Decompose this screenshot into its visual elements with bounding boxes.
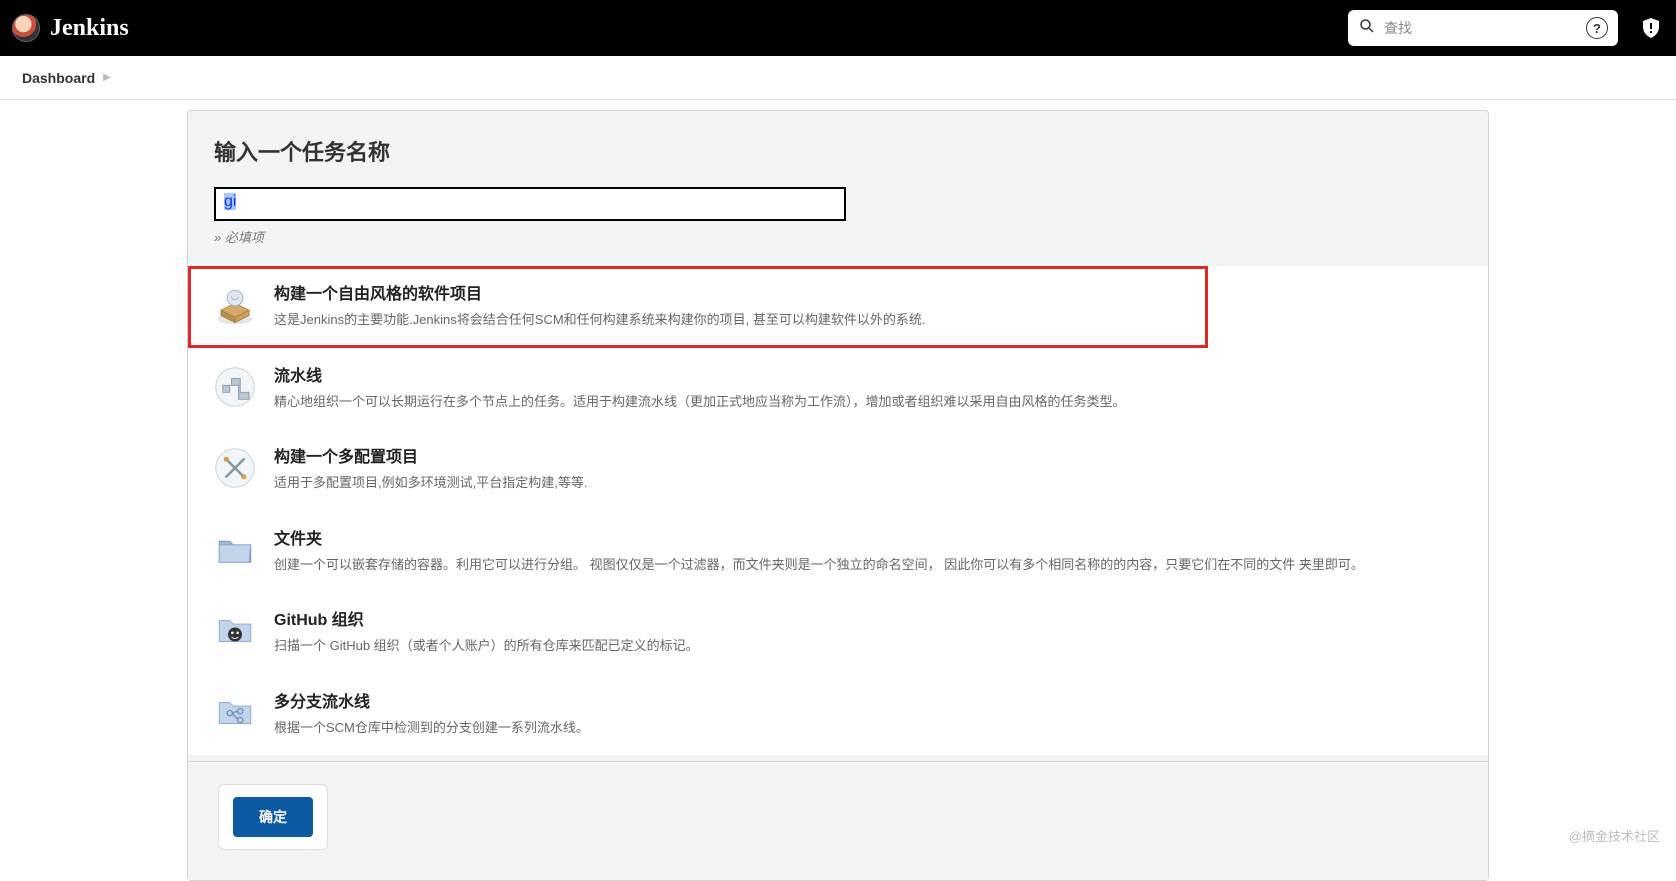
item-desc: 创建一个可以嵌套存储的容器。利用它可以进行分组。 视图仅仅是一个过滤器，而文件夹… [274, 555, 1462, 575]
ok-button[interactable]: 确定 [233, 797, 313, 837]
logo-area[interactable]: Jenkins [12, 14, 129, 42]
footer-button-box: 确定 [218, 784, 328, 850]
search-box[interactable]: ? [1348, 10, 1618, 46]
pipeline-icon [214, 366, 256, 408]
help-icon[interactable]: ? [1586, 17, 1608, 39]
item-desc: 根据一个SCM仓库中检测到的分支创建一系列流水线。 [274, 718, 1462, 738]
multibranch-icon [214, 692, 256, 734]
item-desc: 扫描一个 GitHub 组织（或者个人账户）的所有仓库来匹配已定义的标记。 [274, 636, 1462, 656]
folder-icon [214, 529, 256, 571]
watermark: @摘金技术社区 [1569, 826, 1660, 845]
jenkins-logo-icon [12, 14, 40, 42]
item-title: 多分支流水线 [274, 688, 1462, 712]
github-org-icon [214, 610, 256, 652]
new-item-panel: 输入一个任务名称 gi » 必填项 [187, 110, 1489, 881]
item-type-multibranch[interactable]: 多分支流水线 根据一个SCM仓库中检测到的分支创建一系列流水线。 [188, 674, 1488, 756]
shield-alert-icon[interactable] [1638, 15, 1664, 41]
main-content: 输入一个任务名称 gi » 必填项 [0, 100, 1676, 881]
item-type-matrix[interactable]: 构建一个多配置项目 适用于多配置项目,例如多环境测试,平台指定构建,等等. [188, 429, 1488, 511]
item-type-github-org[interactable]: GitHub 组织 扫描一个 GitHub 组织（或者个人账户）的所有仓库来匹配… [188, 592, 1488, 674]
item-desc: 精心地组织一个可以长期运行在多个节点上的任务。适用于构建流水线（更加正式地应当称… [274, 392, 1462, 412]
item-title: 流水线 [274, 362, 1462, 386]
required-hint: » 必填项 [214, 227, 1462, 246]
item-type-pipeline[interactable]: 流水线 精心地组织一个可以长期运行在多个节点上的任务。适用于构建流水线（更加正式… [188, 348, 1488, 430]
item-title: 构建一个自由风格的软件项目 [274, 280, 1182, 304]
item-name-value: gi [224, 193, 236, 210]
item-type-list: 构建一个自由风格的软件项目 这是Jenkins的主要功能.Jenkins将会结合… [188, 266, 1488, 755]
header: Jenkins ? [0, 0, 1676, 56]
footer: 确定 [188, 761, 1488, 880]
search-icon [1358, 17, 1376, 40]
item-title: 构建一个多配置项目 [274, 443, 1462, 467]
breadcrumb: Dashboard ▶ [0, 56, 1676, 100]
freestyle-icon [214, 284, 256, 326]
matrix-icon [214, 447, 256, 489]
brand-title: Jenkins [50, 15, 129, 42]
search-input[interactable] [1376, 20, 1580, 36]
name-section: 输入一个任务名称 gi » 必填项 [188, 111, 1488, 266]
item-desc: 适用于多配置项目,例如多环境测试,平台指定构建,等等. [274, 473, 1462, 493]
chevron-right-icon: ▶ [101, 72, 113, 83]
item-desc: 这是Jenkins的主要功能.Jenkins将会结合任何SCM和任何构建系统来构… [274, 310, 1182, 330]
item-title: GitHub 组织 [274, 606, 1462, 630]
item-name-input[interactable]: gi [214, 187, 846, 221]
item-title: 文件夹 [274, 525, 1462, 549]
item-type-freestyle[interactable]: 构建一个自由风格的软件项目 这是Jenkins的主要功能.Jenkins将会结合… [188, 266, 1208, 348]
item-type-folder[interactable]: 文件夹 创建一个可以嵌套存储的容器。利用它可以进行分组。 视图仅仅是一个过滤器，… [188, 511, 1488, 593]
name-title: 输入一个任务名称 [214, 135, 1462, 167]
breadcrumb-dashboard[interactable]: Dashboard [16, 70, 101, 86]
